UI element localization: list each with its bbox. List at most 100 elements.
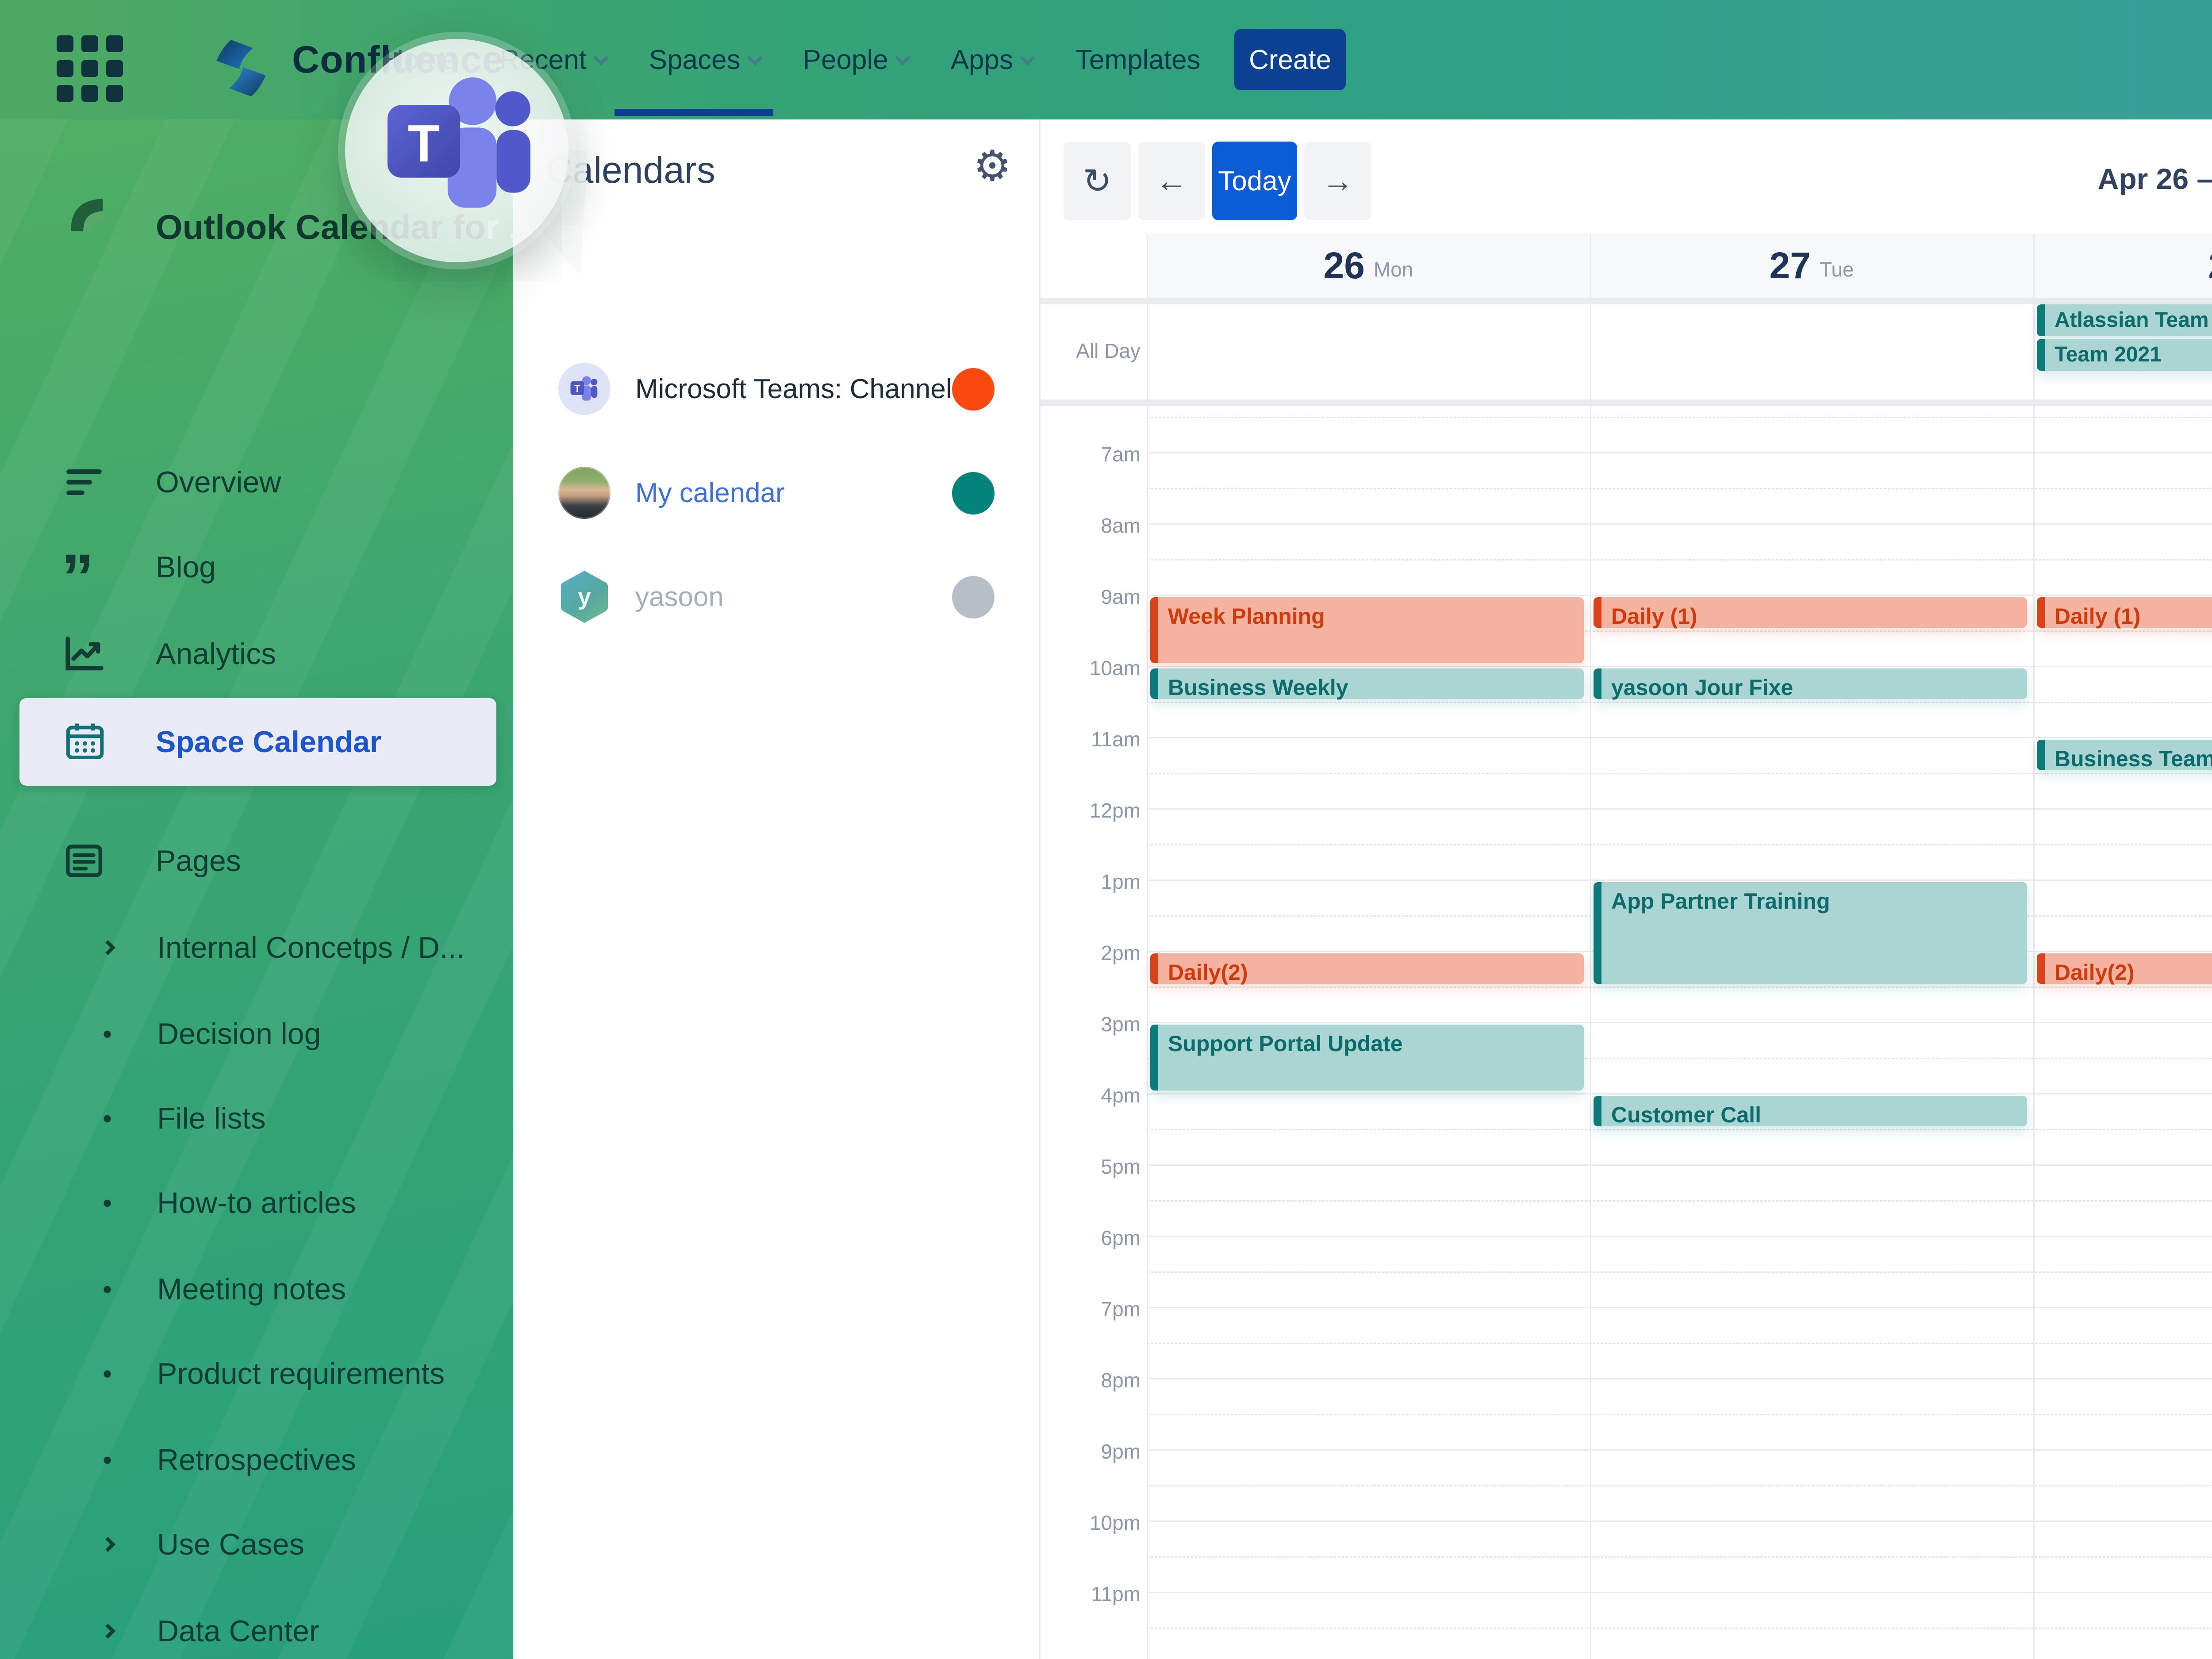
- pages-label: Pages: [156, 834, 241, 887]
- time-label: 6pm: [1041, 1226, 1141, 1250]
- quote-icon: ”: [61, 544, 107, 590]
- calendar-event[interactable]: Daily(2): [2037, 953, 2212, 984]
- sidebar-item-label: Analytics: [156, 627, 276, 680]
- calendar-event[interactable]: Business Weekly: [1150, 668, 1584, 699]
- sidebar-page-item[interactable]: Data Center: [0, 1605, 513, 1658]
- day-name: Mon: [1374, 257, 1413, 281]
- half-hour-gridline: [1147, 559, 2212, 561]
- sidebar-page-item[interactable]: • Product requirements: [0, 1347, 513, 1400]
- calendar-event[interactable]: yasoon Jour Fixe: [1594, 668, 2027, 699]
- calendar-event[interactable]: App Partner Training: [1594, 882, 2027, 984]
- sidebar-page-item[interactable]: • Decision log: [0, 1007, 513, 1060]
- sidebar-page-item-label: Internal Concetps / D...: [157, 921, 465, 974]
- sidebar-item-overview[interactable]: Overview: [0, 456, 513, 509]
- all-day-event[interactable]: Atlassian Team 2021 - Digital Experience: [2037, 304, 2212, 336]
- time-label: 9pm: [1041, 1440, 1141, 1463]
- bullet-glyph: •: [103, 1019, 112, 1049]
- app-switcher-icon[interactable]: [57, 35, 123, 102]
- calendar-list-item[interactable]: T Microsoft Teams: Channel: [513, 361, 1041, 419]
- half-hour-gridline: [1147, 1271, 2212, 1273]
- sidebar-item-analytics[interactable]: Analytics: [0, 627, 513, 680]
- time-label: 7am: [1041, 442, 1141, 466]
- chevron-down-icon: [895, 50, 910, 65]
- sidebar-page-item[interactable]: • Retrospectives: [0, 1433, 513, 1486]
- sidebar-page-item-label: Meeting notes: [157, 1263, 346, 1316]
- sidebar-item-space-calendar[interactable]: Space Calendar: [19, 698, 496, 786]
- space-calendar-label: Space Calendar: [156, 698, 381, 786]
- event-title: Daily (1): [2045, 597, 2212, 630]
- bullet-glyph: •: [103, 1274, 112, 1305]
- event-title: Daily(2): [2045, 953, 2212, 987]
- align-left-icon: [61, 459, 107, 505]
- bullet-glyph: •: [103, 1359, 112, 1389]
- sidebar-page-item[interactable]: • Meeting notes: [0, 1263, 513, 1316]
- bullet-icon: •: [103, 1433, 112, 1486]
- microsoft-teams-spotlight: T: [345, 39, 568, 262]
- divider-band: [1041, 298, 2212, 304]
- top-nav-item-apps[interactable]: Apps: [951, 44, 1033, 76]
- event-title: App Partner Training: [1601, 882, 2027, 915]
- calendar-color-dot[interactable]: [952, 472, 995, 515]
- calendars-settings-gear-icon[interactable]: ⚙: [973, 145, 1011, 188]
- sidebar-page-item-label: Data Center: [157, 1605, 319, 1658]
- calendar-event[interactable]: Support Portal Update: [1150, 1025, 1584, 1091]
- day-number: 26: [1324, 244, 1365, 287]
- all-day-event[interactable]: Team 2021: [2037, 339, 2212, 371]
- top-nav-item-people[interactable]: People: [803, 44, 908, 76]
- time-label: 3pm: [1041, 1012, 1141, 1036]
- calendar-event[interactable]: Daily(2): [1150, 953, 1584, 984]
- bullet-glyph: •: [103, 1103, 112, 1134]
- svg-text:T: T: [408, 114, 440, 173]
- calendar-event[interactable]: Daily (1): [2037, 597, 2212, 628]
- sidebar-page-item[interactable]: Use Cases: [0, 1518, 513, 1571]
- calendar-icon: [61, 718, 109, 765]
- top-nav-item-templates[interactable]: Templates: [1075, 44, 1201, 76]
- sidebar-item-pages[interactable]: Pages: [0, 834, 513, 887]
- hour-gridline: [1147, 595, 2212, 596]
- sidebar-item-label: Blog: [156, 541, 216, 594]
- half-hour-gridline: [1147, 1485, 2212, 1486]
- event-title: Support Portal Update: [1158, 1025, 1584, 1058]
- calendar-event[interactable]: Customer Call: [1594, 1096, 2027, 1126]
- hour-gridline: [1147, 1378, 2212, 1379]
- create-button[interactable]: Create: [1234, 29, 1346, 90]
- hour-gridline: [1147, 879, 2212, 881]
- event-title: Business Team Sync: Allerhand: [2045, 740, 2212, 773]
- top-nav-item-label: Apps: [951, 44, 1013, 76]
- calendar-list-item[interactable]: My calendar: [513, 465, 1041, 522]
- calendar-color-dot[interactable]: [952, 576, 995, 618]
- bullet-glyph: •: [103, 1445, 112, 1475]
- sidebar-page-item-label: Decision log: [157, 1007, 321, 1060]
- bullet-glyph: •: [103, 1188, 112, 1218]
- calendar-event[interactable]: Daily (1): [1594, 597, 2027, 628]
- sidebar-page-item-label: Use Cases: [157, 1518, 304, 1571]
- teams-logo: T: [558, 363, 611, 415]
- event-title: Week Planning: [1158, 597, 1584, 630]
- sidebar-page-item[interactable]: •File lists: [0, 1092, 513, 1145]
- calendar-color-dot[interactable]: [952, 368, 995, 411]
- calendar-event[interactable]: Week Planning: [1150, 597, 1584, 663]
- day-header: 27Tue: [1590, 234, 2033, 298]
- half-hour-gridline: [1147, 417, 2212, 418]
- sidebar-page-item-label: Retrospectives: [157, 1433, 356, 1486]
- hour-gridline: [1147, 1307, 2212, 1308]
- calendar-event[interactable]: Business Team Sync: Allerhand: [2037, 740, 2212, 770]
- column-gridline: [2033, 234, 2035, 1659]
- sidebar-page-item[interactable]: •How-to articles: [0, 1176, 513, 1229]
- time-label: 10am: [1041, 656, 1141, 680]
- top-nav-item-spaces[interactable]: Spaces: [649, 44, 760, 76]
- calendar-list-item[interactable]: yyasoon: [513, 569, 1041, 626]
- pages-icon: [61, 838, 107, 884]
- sidebar-page-item[interactable]: Internal Concetps / D...: [0, 921, 513, 974]
- sidebar-page-item-label: Product requirements: [157, 1347, 445, 1400]
- top-nav-item-label: Templates: [1075, 44, 1201, 76]
- top-navigation-bar: Confluence HomeRecentSpacesPeopleAppsTem…: [0, 0, 2212, 119]
- time-label: 8pm: [1041, 1368, 1141, 1392]
- bullet-icon: •: [103, 1092, 112, 1145]
- calendar-name: yasoon: [635, 569, 724, 625]
- svg-text:T: T: [574, 383, 580, 394]
- event-title: Daily (1): [1601, 597, 2027, 630]
- calendar-name: Microsoft Teams: Channel: [635, 361, 952, 417]
- sidebar-item-blog[interactable]: ” Blog: [0, 541, 513, 594]
- day-name: Tue: [1820, 257, 1854, 281]
